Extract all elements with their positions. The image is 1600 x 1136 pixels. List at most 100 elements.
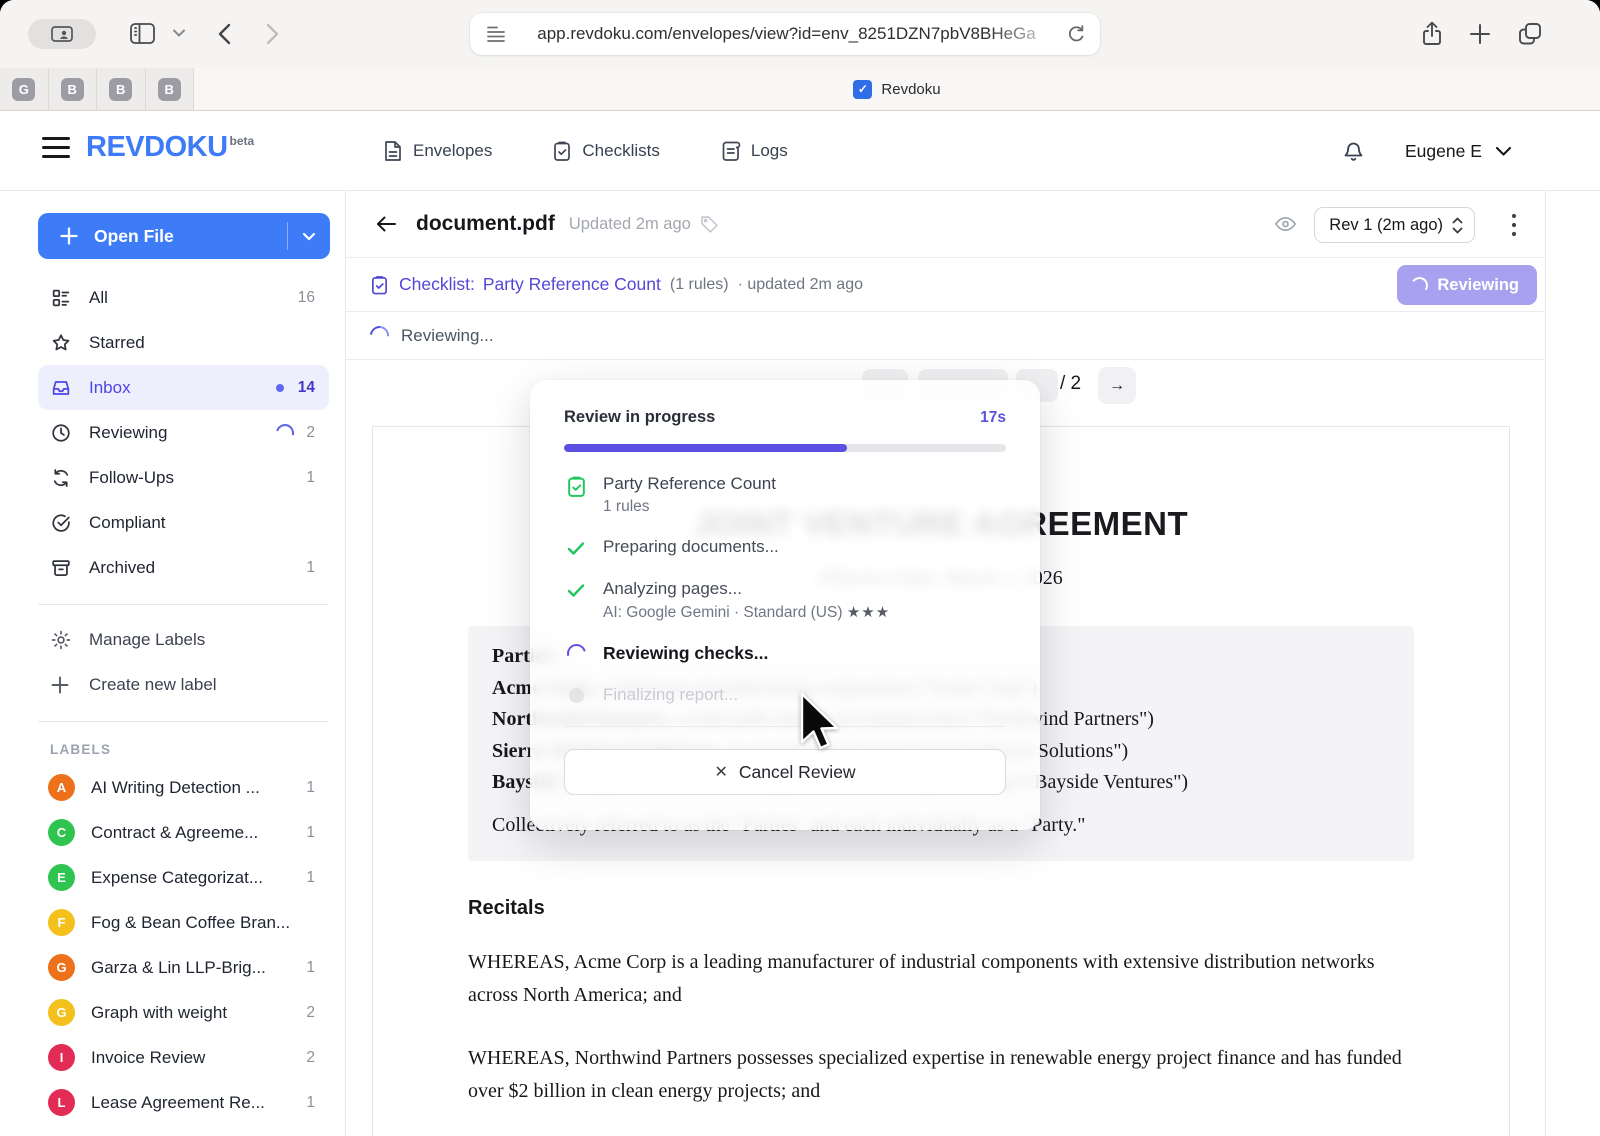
cancel-review-button[interactable]: ✕ Cancel Review [564,749,1006,795]
nav-label: Checklists [582,141,659,161]
divider [564,726,1006,727]
label-avatar: I [48,1044,75,1071]
sidebar-item-all[interactable]: All 16 [38,275,329,320]
check-circle-icon [50,512,74,534]
clipboard-check-icon [564,474,588,516]
elapsed-time: 17s [980,409,1006,427]
sidebar-toggle-icon[interactable] [129,21,156,46]
pinned-tab[interactable]: B [97,68,146,110]
step-finalizing: Finalizing report... [564,685,1006,705]
recitals-heading: Recitals [468,897,1414,920]
eye-icon[interactable] [1274,215,1297,233]
checklist-name-link[interactable]: Party Reference Count [483,274,661,295]
inbox-icon [50,377,74,399]
checklist-clipboard-icon [370,274,389,296]
label-row[interactable]: I Invoice Review 2 [38,1035,329,1080]
reload-icon[interactable] [1067,24,1086,44]
document-header: document.pdf Updated 2m ago Rev 1 (2m ag… [346,191,1545,258]
clipboard-icon [552,140,572,162]
pinned-tabs: G B B B [0,68,194,110]
step-analyzing: Analyzing pages... AI: Google Gemini · S… [564,579,1006,622]
label-avatar: E [48,864,75,891]
badge-spinner-icon [1410,275,1430,295]
nav-label: Logs [751,141,788,161]
step-preparing: Preparing documents... [564,537,1006,558]
chevron-down-icon[interactable] [172,28,186,38]
hamburger-menu-icon[interactable] [42,137,70,164]
plus-icon [50,675,74,695]
document-title: document.pdf [416,212,555,236]
reviewing-status-badge[interactable]: Reviewing [1397,265,1537,305]
address-bar[interactable]: app.revdoku.com/envelopes/view?id=env_82… [470,13,1100,55]
plus-icon [60,227,78,245]
create-new-label-button[interactable]: Create new label [38,662,329,707]
user-menu[interactable]: Eugene E [1405,111,1512,191]
pinned-tab-favicon: B [158,78,181,101]
revision-select[interactable]: Rev 1 (2m ago) [1314,207,1475,243]
nav-envelopes[interactable]: Envelopes [383,140,492,162]
share-icon[interactable] [1419,20,1445,48]
label-row[interactable]: G Graph with weight 2 [38,990,329,1035]
envelope-doc-icon [383,140,403,162]
new-tab-icon[interactable] [1467,20,1493,48]
clock-icon [50,422,74,444]
more-options-icon[interactable] [1511,213,1517,237]
sidebar-item-starred[interactable]: Starred [38,320,329,365]
step-checklist: Party Reference Count 1 rules [564,474,1006,516]
label-row[interactable]: F Fog & Bean Coffee Bran... [38,900,329,945]
label-row[interactable]: A AI Writing Detection ... 1 [38,765,329,810]
label-avatar: C [48,819,75,846]
open-file-button[interactable]: Open File [38,213,330,259]
tab-title: Revdoku [881,81,940,98]
modal-title: Review in progress [564,408,715,427]
open-file-dropdown[interactable] [288,232,330,241]
nav-checklists[interactable]: Checklists [552,140,659,162]
reader-view-icon[interactable] [486,25,506,43]
label-avatar: F [48,909,75,936]
unread-dot [276,384,284,392]
gear-icon [50,629,74,651]
tag-icon[interactable] [699,214,720,235]
browser-forward-icon[interactable] [261,21,283,47]
archive-icon [50,557,74,579]
sidebar-item-archived[interactable]: Archived 1 [38,545,329,590]
pinned-tab[interactable]: G [0,68,49,110]
scroll-icon [720,140,741,162]
right-arrow-icon: → [1109,377,1125,395]
sidebar-item-reviewing[interactable]: Reviewing 2 [38,410,329,455]
pending-dot-icon [564,685,588,705]
checklist-row: Checklist: Party Reference Count (1 rule… [346,258,1545,312]
manage-labels-button[interactable]: Manage Labels [38,617,329,662]
progress-fill [564,444,847,452]
screen: app.revdoku.com/envelopes/view?id=env_82… [0,0,1600,1136]
label-row[interactable]: G Garza & Lin LLP-Brig... 1 [38,945,329,990]
next-page-button[interactable]: → [1098,367,1136,404]
app-logo[interactable]: REVDOKUbeta [86,131,254,164]
label-avatar: A [48,774,75,801]
browser-back-icon[interactable] [214,21,236,47]
rules-count: 1 rules [603,498,776,516]
checklist-rules-count: (1 rules) [670,276,729,294]
active-tab-revdoku[interactable]: ✓ Revdoku [194,68,1600,110]
tab-overview-icon[interactable] [1516,20,1544,48]
label-row[interactable]: C Contract & Agreeme... 1 [38,810,329,855]
nav-label: Envelopes [413,141,492,161]
user-chevron-down-icon [1495,146,1512,157]
pinned-tab[interactable]: B [49,68,98,110]
checklist-updated: · updated 2m ago [738,276,863,294]
label-row[interactable]: L Lease Agreement Re... 1 [38,1080,329,1125]
profile-tab-button[interactable] [28,19,96,49]
pinned-tab[interactable]: B [146,68,195,110]
divider [38,721,329,722]
right-gutter [1546,191,1600,1136]
nav-logs[interactable]: Logs [720,140,788,162]
label-row[interactable]: E Expense Categorizat... 1 [38,855,329,900]
sidebar-item-compliant[interactable]: Compliant [38,500,329,545]
notifications-bell-icon[interactable] [1341,136,1366,163]
updated-timestamp: Updated 2m ago [569,215,691,234]
grid-list-icon [50,287,74,309]
sidebar-item-followups[interactable]: Follow-Ups 1 [38,455,329,500]
labels-section-header: LABELS [50,742,329,757]
back-arrow-icon[interactable] [374,213,398,235]
sidebar-item-inbox[interactable]: Inbox 14 [38,365,329,410]
